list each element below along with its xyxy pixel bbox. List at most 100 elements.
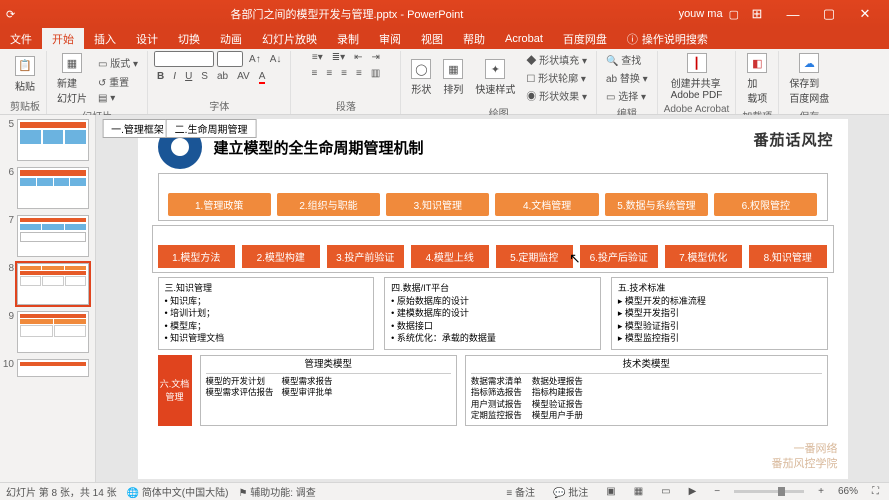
italic-button[interactable]: I xyxy=(170,70,179,83)
reset-button[interactable]: ↺ 重置 xyxy=(95,73,141,90)
reading-view-button[interactable]: ▭ xyxy=(657,486,674,497)
thumb-6[interactable]: 6 xyxy=(2,167,93,209)
tell-me[interactable]: ⓘ 操作说明搜索 xyxy=(617,28,718,49)
autosave-icon[interactable]: ⟳ xyxy=(6,8,15,21)
zoom-in-button[interactable]: + xyxy=(814,486,828,497)
save-baidu-button[interactable]: ☁保存到 百度网盘 xyxy=(785,51,833,107)
font-family-input[interactable] xyxy=(154,51,214,67)
section-button[interactable]: ▤ ▾ xyxy=(95,92,141,105)
slide: 建立模型的全生命周期管理机制 番茄话风控 一.管理框架 1.管理政策 2.组织与… xyxy=(138,119,848,479)
close-button[interactable]: ✕ xyxy=(847,6,883,22)
shapes-button[interactable]: ◯形状 xyxy=(407,57,435,98)
group-clipboard: 📋 粘贴 剪贴板 xyxy=(4,51,47,114)
account[interactable]: youw ma ▢ xyxy=(679,8,739,21)
replace-button[interactable]: ab 替换 ▾ xyxy=(603,69,651,86)
maximize-button[interactable]: ▢ xyxy=(811,6,847,22)
numbering-button[interactable]: ≣▾ xyxy=(329,51,348,64)
tab-insert[interactable]: 插入 xyxy=(84,28,126,49)
shape-fill-button[interactable]: ◆ 形状填充 ▾ xyxy=(523,51,590,68)
shrink-font-icon[interactable]: A↓ xyxy=(267,53,285,66)
new-slide-button[interactable]: ▦ 新建 幻灯片 xyxy=(53,51,91,107)
addin-button[interactable]: ◧加 载项 xyxy=(743,51,771,107)
thumb-9[interactable]: 9 xyxy=(2,311,93,353)
select-button[interactable]: ▭ 选择 ▾ xyxy=(603,87,649,104)
zoom-slider[interactable] xyxy=(734,490,804,493)
zoom-level[interactable]: 66% xyxy=(838,486,858,497)
align-right-button[interactable]: ≡ xyxy=(338,67,350,80)
slide-title: 建立模型的全生命周期管理机制 xyxy=(214,137,424,158)
group-save: ☁保存到 百度网盘 保存 xyxy=(779,51,839,114)
thumb-7[interactable]: 7 xyxy=(2,215,93,257)
slide-thumbnails[interactable]: 5 6 7 8 9 10 xyxy=(0,115,96,482)
bold-button[interactable]: B xyxy=(154,70,167,83)
slide-counter[interactable]: 幻灯片 第 8 张，共 14 张 xyxy=(6,484,117,499)
tab-transition[interactable]: 切换 xyxy=(168,28,210,49)
minimize-button[interactable]: — xyxy=(775,7,811,22)
window-title: 各部门之间的模型开发与管理.pptx - PowerPoint xyxy=(15,6,678,22)
layout-button[interactable]: ▭ 版式 ▾ xyxy=(95,54,141,71)
tab-slideshow[interactable]: 幻灯片放映 xyxy=(252,28,327,49)
comments-button[interactable]: 💬 批注 xyxy=(549,484,592,499)
accessibility-status[interactable]: ⚑ 辅助功能: 调查 xyxy=(238,484,315,499)
zoom-out-button[interactable]: − xyxy=(710,486,724,497)
indent-inc-button[interactable]: ⇥ xyxy=(369,51,383,64)
tab-file[interactable]: 文件 xyxy=(0,28,42,49)
group-slides: ▦ 新建 幻灯片 ▭ 版式 ▾ ↺ 重置 ▤ ▾ 幻灯片 xyxy=(47,51,148,114)
tab-record[interactable]: 录制 xyxy=(327,28,369,49)
notes-button[interactable]: ≡ 备注 xyxy=(502,484,539,499)
justify-button[interactable]: ≡ xyxy=(353,67,365,80)
language-status[interactable]: 🌐 简体中文(中国大陆) xyxy=(127,484,229,499)
thumb-8[interactable]: 8 xyxy=(2,263,93,305)
pdf-icon: ┃ xyxy=(687,53,707,73)
title-bar: ⟳ 各部门之间的模型开发与管理.pptx - PowerPoint youw m… xyxy=(0,0,889,28)
shape-effects-button[interactable]: ◉ 形状效果 ▾ xyxy=(523,87,590,104)
font-color-button[interactable]: A xyxy=(256,70,269,83)
row2: 1.模型方法 2.模型构建 3.投产前验证 4.模型上线 5.定期监控 6.投产… xyxy=(158,245,828,268)
clipboard-icon: 📋 xyxy=(15,56,35,76)
section2-label: 二.生命周期管理 xyxy=(166,119,257,138)
columns-button[interactable]: ▥ xyxy=(368,67,383,80)
tab-acrobat[interactable]: Acrobat xyxy=(495,28,553,49)
indent-dec-button[interactable]: ⇤ xyxy=(351,51,365,64)
tab-baidu[interactable]: 百度网盘 xyxy=(553,28,617,49)
align-center-button[interactable]: ≡ xyxy=(323,67,335,80)
group-paragraph: ≡▾ ≣▾ ⇤ ⇥ ≡ ≡ ≡ ≡ ▥ 段落 xyxy=(291,51,401,114)
tab-home[interactable]: 开始 xyxy=(42,28,84,49)
tab-view[interactable]: 视图 xyxy=(411,28,453,49)
slide-canvas[interactable]: 建立模型的全生命周期管理机制 番茄话风控 一.管理框架 1.管理政策 2.组织与… xyxy=(96,115,889,482)
tab-help[interactable]: 帮助 xyxy=(453,28,495,49)
brand-text: 番茄话风控 xyxy=(753,129,833,150)
bullets-button[interactable]: ≡▾ xyxy=(309,51,326,64)
reset-icon: ↺ xyxy=(98,78,106,89)
normal-view-button[interactable]: ▣ xyxy=(602,486,619,497)
avatar-icon: ▢ xyxy=(729,8,739,21)
thumb-5[interactable]: 5 xyxy=(2,119,93,161)
new-slide-icon: ▦ xyxy=(62,53,82,73)
font-size-input[interactable] xyxy=(217,51,243,67)
shadow-button[interactable]: ab xyxy=(214,70,231,83)
status-bar: 幻灯片 第 8 张，共 14 张 🌐 简体中文(中国大陆) ⚑ 辅助功能: 调查… xyxy=(0,482,889,500)
shape-outline-button[interactable]: ☐ 形状轮廓 ▾ xyxy=(523,69,590,86)
sorter-view-button[interactable]: ▦ xyxy=(630,486,647,497)
tab-animation[interactable]: 动画 xyxy=(210,28,252,49)
create-pdf-button[interactable]: ┃创建并共享 Adobe PDF xyxy=(667,51,727,103)
fit-button[interactable]: ⛶ xyxy=(868,486,883,497)
tab-review[interactable]: 审阅 xyxy=(369,28,411,49)
spacing-button[interactable]: AV xyxy=(234,70,253,83)
panel-4: 四.数据/IT平台 • 原始数据库的设计 • 建模数据库的设计 • 数据接口 •… xyxy=(384,277,601,350)
ribbon-opts-icon[interactable]: ⊞ xyxy=(739,6,775,22)
strike-button[interactable]: S xyxy=(198,70,211,83)
group-acrobat: ┃创建并共享 Adobe PDF Adobe Acrobat xyxy=(658,51,737,114)
section-icon: ▤ xyxy=(98,93,107,104)
paste-button[interactable]: 📋 粘贴 xyxy=(11,54,39,95)
row4: 六.文档 管理 管理类模型 模型的开发计划模型需求评估报告 模型需求报告模型审评… xyxy=(158,355,828,426)
thumb-10[interactable]: 10 xyxy=(2,359,93,377)
slideshow-view-button[interactable]: ▶ xyxy=(685,486,701,497)
underline-button[interactable]: U xyxy=(182,70,195,83)
quick-styles-button[interactable]: ✦快速样式 xyxy=(471,57,519,98)
grow-font-icon[interactable]: A↑ xyxy=(246,53,264,66)
tab-design[interactable]: 设计 xyxy=(126,28,168,49)
align-left-button[interactable]: ≡ xyxy=(308,67,320,80)
find-button[interactable]: 🔍 查找 xyxy=(603,51,644,68)
arrange-button[interactable]: ▦排列 xyxy=(439,57,467,98)
